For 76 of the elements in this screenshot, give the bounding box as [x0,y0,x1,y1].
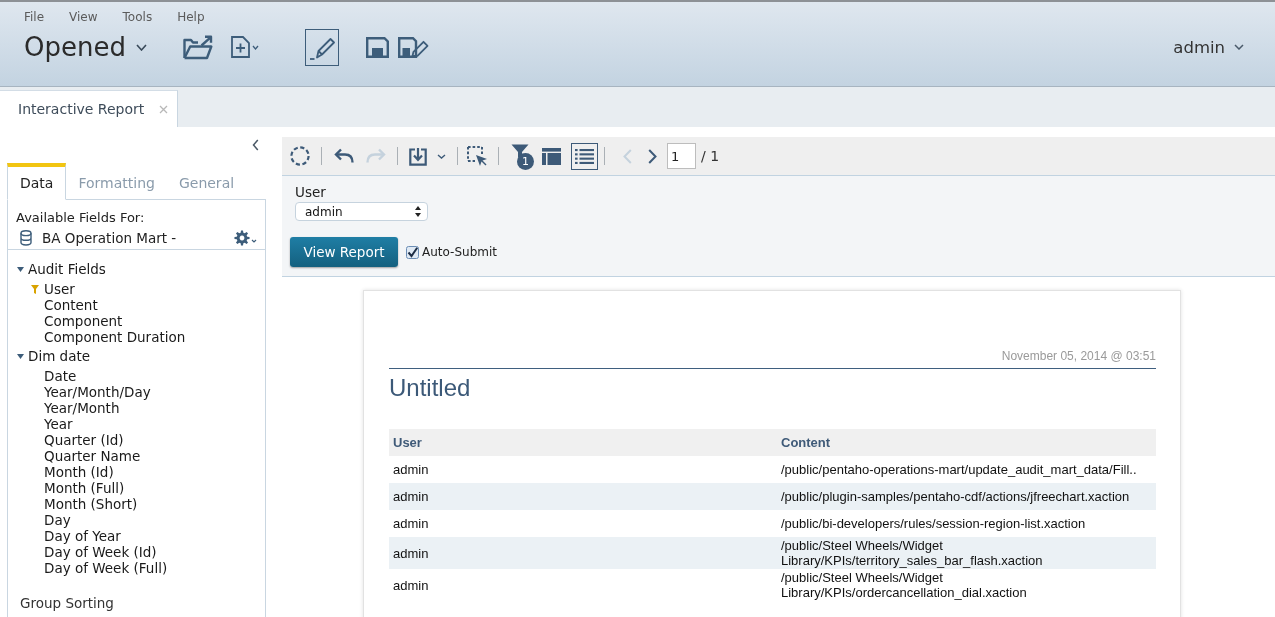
table-cell: admin [389,456,777,483]
column-header: User [389,429,777,456]
menu-item[interactable]: View [69,9,98,26]
parameter-label: User [295,184,326,201]
field-item[interactable]: Day of Year [44,528,121,544]
selection-cursor-icon[interactable] [467,145,488,167]
export-icon[interactable] [409,146,427,166]
field-item[interactable]: Month (Short) [44,496,138,512]
page-number-input[interactable]: 1 [667,143,696,169]
dashed-circle-icon[interactable] [290,146,310,166]
section-label: Available Fields For: [15,209,146,227]
prompt-toggle-button[interactable] [571,142,598,170]
checkbox-label: Auto-Submit [422,245,497,259]
field-item[interactable]: Day of Week (Id) [44,544,157,560]
view-report-button[interactable]: View Report [290,237,398,267]
table-cell: admin [389,569,777,601]
field-item[interactable]: User [44,281,75,297]
layout-icon [542,147,561,165]
report-date: November 05, 2014 @ 03:51 [1000,349,1156,363]
list-icon [575,148,594,164]
gear-icon[interactable] [234,230,250,246]
field-group[interactable]: Audit Fields [28,261,106,277]
menu-item[interactable]: Help [177,9,205,26]
table-cell: admin [389,510,777,537]
edit-toggle-button[interactable] [304,28,339,66]
chevron-down-icon [135,43,147,51]
chevron-right-icon[interactable] [648,148,657,164]
floppy-pencil-icon[interactable] [397,36,429,58]
database-icon [20,230,32,246]
report-title: Untitled [389,374,472,402]
table-cell: /public/bi-developers/rules/session-region-list.xaction [777,510,1156,537]
field-item[interactable]: Year/Month/Day [44,384,151,400]
field-item[interactable]: Component [44,313,123,329]
folder-arrow-icon[interactable] [182,34,213,60]
field-item[interactable]: Quarter (Id) [44,432,124,448]
field-item[interactable]: Component Duration [44,329,186,345]
document-tab[interactable]: Interactive Report [0,90,178,127]
layout-toggle-button[interactable] [541,146,562,166]
up-down-arrows-icon [415,206,421,217]
table-cell: admin [389,537,777,569]
field-item[interactable]: Day [44,512,71,528]
chevron-left-icon[interactable] [252,139,259,151]
checkbox[interactable] [406,245,419,259]
user-select[interactable]: admin [295,202,428,221]
field-item[interactable]: Year [44,416,73,432]
undo-icon[interactable] [334,148,354,164]
field-item[interactable]: Content [44,297,98,313]
table-cell: /public/plugin-samples/pentaho-cdf/actions/jfreechart.xaction [777,483,1156,510]
page-total: / 1 [701,148,720,164]
chevron-down-icon[interactable] [251,239,257,243]
table-cell: /public/pentaho-operations-mart/update_audit_mart_data/Fill.. [777,456,1156,483]
field-item[interactable]: Month (Full) [44,480,125,496]
user-menu[interactable]: admin [1173,37,1244,57]
filter-count-badge: 1 [517,152,534,170]
data-source-name: BA Operation Mart - [42,230,177,246]
chevron-down-icon [1234,44,1244,50]
menu-item[interactable]: File [24,9,45,26]
chevron-down-icon[interactable] [437,153,446,159]
field-item[interactable]: Date [44,368,77,384]
table-cell: /public/Steel Wheels/Widget Library/KPIs/territory_sales_bar_flash.xaction [777,537,1156,569]
table-cell: /public/Steel Wheels/Widget Library/KPIs/ordercancellation_dial.xaction [777,569,1156,601]
caret-down-icon[interactable] [17,266,24,272]
field-item[interactable]: Day of Week (Full) [44,560,168,576]
panel-tab[interactable]: Data [7,163,67,200]
field-item[interactable]: Month (Id) [44,464,114,480]
caret-down-icon[interactable] [17,353,24,359]
group-sorting-header[interactable]: Group Sorting [8,594,265,617]
table-cell: admin [389,483,777,510]
chevron-down-icon[interactable] [251,44,259,50]
column-header: Content [777,429,1156,456]
field-item[interactable]: Year/Month [44,400,120,416]
perspective-dropdown[interactable]: Opened [24,32,147,62]
add-document-icon[interactable] [230,36,250,58]
field-item[interactable]: Quarter Name [44,448,141,464]
menu-item[interactable]: Tools [122,9,153,26]
field-group[interactable]: Dim date [28,348,91,364]
